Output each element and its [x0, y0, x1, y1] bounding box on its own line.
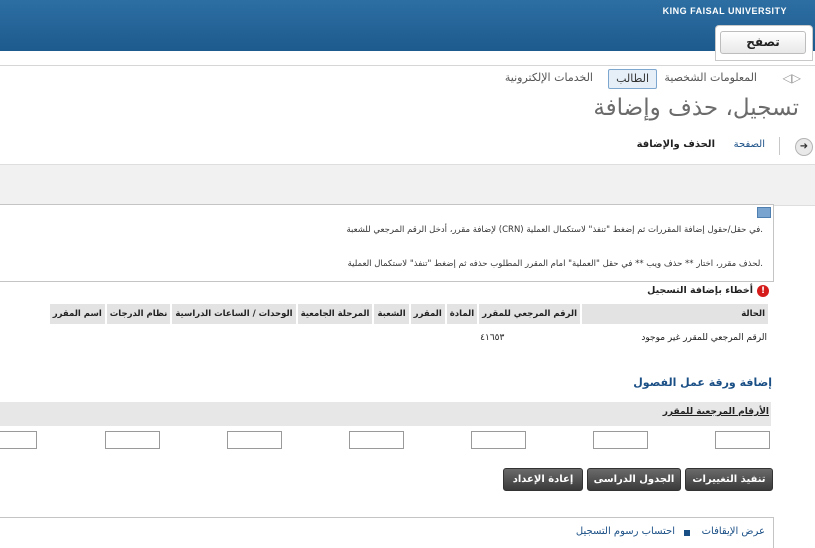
col-crn: الرقم المرجعي للمقرر: [479, 304, 580, 324]
tab-e-services[interactable]: الخدمات الإلكترونية: [505, 69, 593, 87]
reset-button[interactable]: إعادة الإعداد: [503, 468, 583, 491]
divider: [779, 137, 780, 155]
crn-band: الأرقام المرجعية للمقرر: [0, 402, 771, 426]
errors-table: الحالة الرقم المرجعي للمقرر المادة المقر…: [48, 304, 770, 352]
crn-input-1[interactable]: [715, 431, 770, 449]
info-box: لإضافة مقرر، أدخل الرقم المرجعي للشعبة (…: [0, 204, 774, 282]
divider: [0, 65, 815, 66]
error-icon: !: [757, 285, 769, 297]
bullet-icon: [684, 530, 690, 536]
breadcrumb-current: الحذف والإضافة: [636, 139, 715, 150]
forward-arrow-icon[interactable]: ▷: [792, 71, 801, 85]
tab-personal-info[interactable]: المعلومات الشخصية: [664, 69, 757, 87]
crn-cell: ٤١٦٥٣: [480, 333, 505, 343]
worksheet-title: إضافة ورقة عمل الفصول: [633, 376, 772, 389]
col-subject: المادة: [446, 304, 478, 324]
browse-button[interactable]: تصفح: [720, 31, 806, 54]
fee-assessment-link[interactable]: احتساب رسوم التسجيل: [576, 526, 675, 537]
footer-links-box: عرض الإيقافات احتساب رسوم التسجيل: [0, 517, 774, 548]
errors-title: أخطاء بإضافة التسجيل: [647, 285, 753, 296]
status-cell: الرقم المرجعي للمقرر غير موجود: [641, 333, 767, 343]
crn-input-7[interactable]: [0, 431, 37, 449]
info-line-add: لإضافة مقرر، أدخل الرقم المرجعي للشعبة (…: [346, 225, 764, 235]
view-holds-link[interactable]: عرض الإيقافات: [702, 526, 765, 537]
university-name: KING FAISAL UNIVERSITY: [662, 6, 787, 16]
nav-arrows[interactable]: ◁▷: [783, 71, 801, 85]
info-line-drop: لحذف مقرر، اختار ** حذف ويب ** في حقل "ا…: [347, 259, 763, 269]
page-title: تسجيل، حذف وإضافة: [593, 95, 799, 121]
table-row: الرقم المرجعي للمقرر غير موجود ٤١٦٥٣: [50, 324, 768, 352]
crn-input-4[interactable]: [349, 431, 404, 449]
browse-tab[interactable]: تصفح: [715, 25, 813, 61]
col-title: اسم المقرر: [49, 304, 105, 324]
shaded-band: [0, 164, 815, 206]
submit-changes-button[interactable]: تنفيذ التغييرات: [685, 468, 773, 491]
crn-input-5[interactable]: [227, 431, 282, 449]
info-icon: [757, 207, 771, 218]
class-schedule-button[interactable]: الجدول الدراسى: [587, 468, 681, 491]
go-arrow-icon[interactable]: ➜: [795, 138, 813, 156]
tab-student[interactable]: الطالب: [608, 69, 657, 89]
crn-label: الأرقام المرجعية للمقرر: [662, 407, 769, 417]
back-arrow-icon[interactable]: ◁: [783, 71, 792, 85]
col-status: الحالة: [582, 304, 768, 324]
col-course: المقرر: [410, 304, 445, 324]
table-header-row: الحالة الرقم المرجعي للمقرر المادة المقر…: [49, 304, 768, 324]
col-level: المرحلة الجامعية: [297, 304, 373, 324]
crn-input-3[interactable]: [471, 431, 526, 449]
breadcrumb-home[interactable]: الصفحة: [734, 139, 765, 150]
col-grading: نظام الدرجات: [106, 304, 171, 324]
crn-input-6[interactable]: [105, 431, 160, 449]
col-section: الشعبة: [374, 304, 409, 324]
top-banner: KING FAISAL UNIVERSITY: [0, 0, 815, 51]
col-credits: الوحدات / الساعات الدراسية: [172, 304, 296, 324]
crn-input-2[interactable]: [593, 431, 648, 449]
